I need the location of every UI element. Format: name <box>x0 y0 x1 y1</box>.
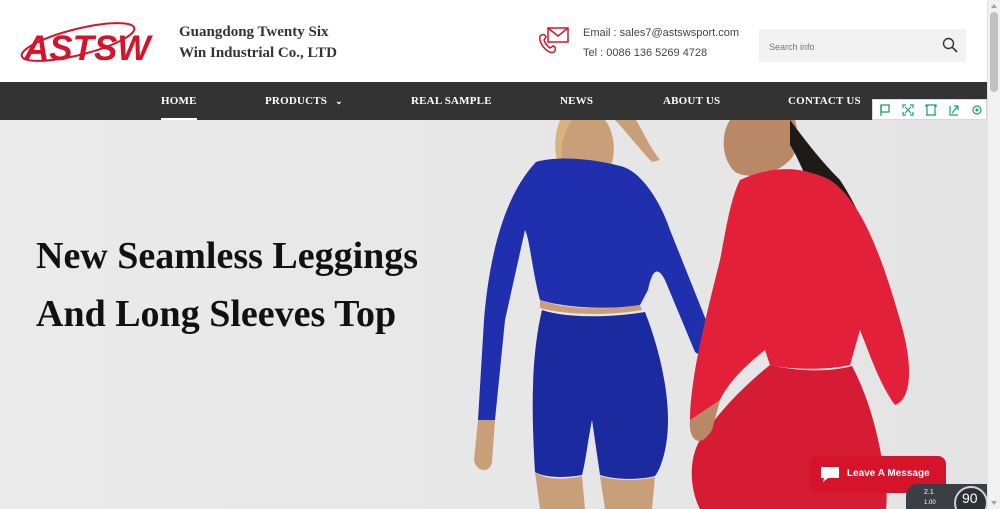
settings-icon[interactable] <box>970 103 984 117</box>
bookmark-icon[interactable] <box>878 103 892 117</box>
screen-icon[interactable] <box>924 103 938 117</box>
company-name: Guangdong Twenty Six Win Industrial Co.,… <box>179 22 379 64</box>
nav-home[interactable]: HOME <box>161 82 197 120</box>
percent-value: 90 <box>962 490 978 506</box>
scroll-down-icon[interactable] <box>991 501 997 505</box>
nav-about-us-label: ABOUT US <box>663 95 721 107</box>
nav-about-us[interactable]: ABOUT US <box>663 82 720 120</box>
expand-icon[interactable] <box>901 103 915 117</box>
vertical-scrollbar[interactable] <box>987 0 1000 509</box>
speed-widget[interactable]: 2.1 1.00 90 <box>906 484 987 509</box>
scroll-thumb[interactable] <box>990 12 998 92</box>
speed-value-b: 1.00 <box>924 500 936 506</box>
brand-logo[interactable]: ASTSW <box>18 18 163 70</box>
nav-real-sample-label: REAL SAMPLE <box>411 95 492 107</box>
search-box <box>759 29 966 62</box>
nav-news[interactable]: NEWS <box>560 82 593 120</box>
main-nav: HOME PRODUCTS ⌄ REAL SAMPLE NEWS ABOUT US… <box>0 82 987 120</box>
contact-tel: Tel : 0086 136 5269 4728 <box>583 47 708 59</box>
chat-icon <box>821 467 839 482</box>
page-tools-bar <box>872 99 987 120</box>
nav-products[interactable]: PRODUCTS ⌄ <box>265 82 343 120</box>
nav-products-label: PRODUCTS <box>265 95 328 107</box>
search-input[interactable] <box>767 37 931 57</box>
nav-contact-us-label: CONTACT US <box>788 95 861 107</box>
nav-real-sample[interactable]: REAL SAMPLE <box>411 82 492 120</box>
scroll-up-icon[interactable] <box>991 4 997 8</box>
logo-text: ASTSW <box>23 29 153 68</box>
export-icon[interactable] <box>947 103 961 117</box>
contact-email[interactable]: Email : sales7@astswsport.com <box>583 23 739 43</box>
company-line-1: Guangdong Twenty Six <box>179 24 329 40</box>
nav-home-label: HOME <box>161 95 197 107</box>
page: ASTSW Guangdong Twenty Six Win Industria… <box>0 0 987 509</box>
company-line-2: Win Industrial Co., LTD <box>179 45 337 61</box>
leave-message-label: Leave A Message <box>847 468 930 479</box>
hero-line-1: New Seamless Leggings <box>36 235 419 277</box>
chevron-down-icon: ⌄ <box>335 96 343 106</box>
site-header: ASTSW Guangdong Twenty Six Win Industria… <box>0 0 987 82</box>
hero-headline: New Seamless Leggings And Long Sleeves T… <box>36 227 418 343</box>
nav-news-label: NEWS <box>560 95 594 107</box>
speed-value-a: 2.1 <box>924 489 934 496</box>
search-icon[interactable] <box>942 37 958 53</box>
hero-line-2: And Long Sleeves Top <box>36 293 397 335</box>
hero-banner[interactable]: New Seamless Leggings And Long Sleeves T… <box>0 120 987 509</box>
nav-contact-us[interactable]: CONTACT US <box>788 82 861 120</box>
contact-info: Email : sales7@astswsport.com Tel : 0086… <box>583 23 739 63</box>
email-icon <box>539 27 569 54</box>
